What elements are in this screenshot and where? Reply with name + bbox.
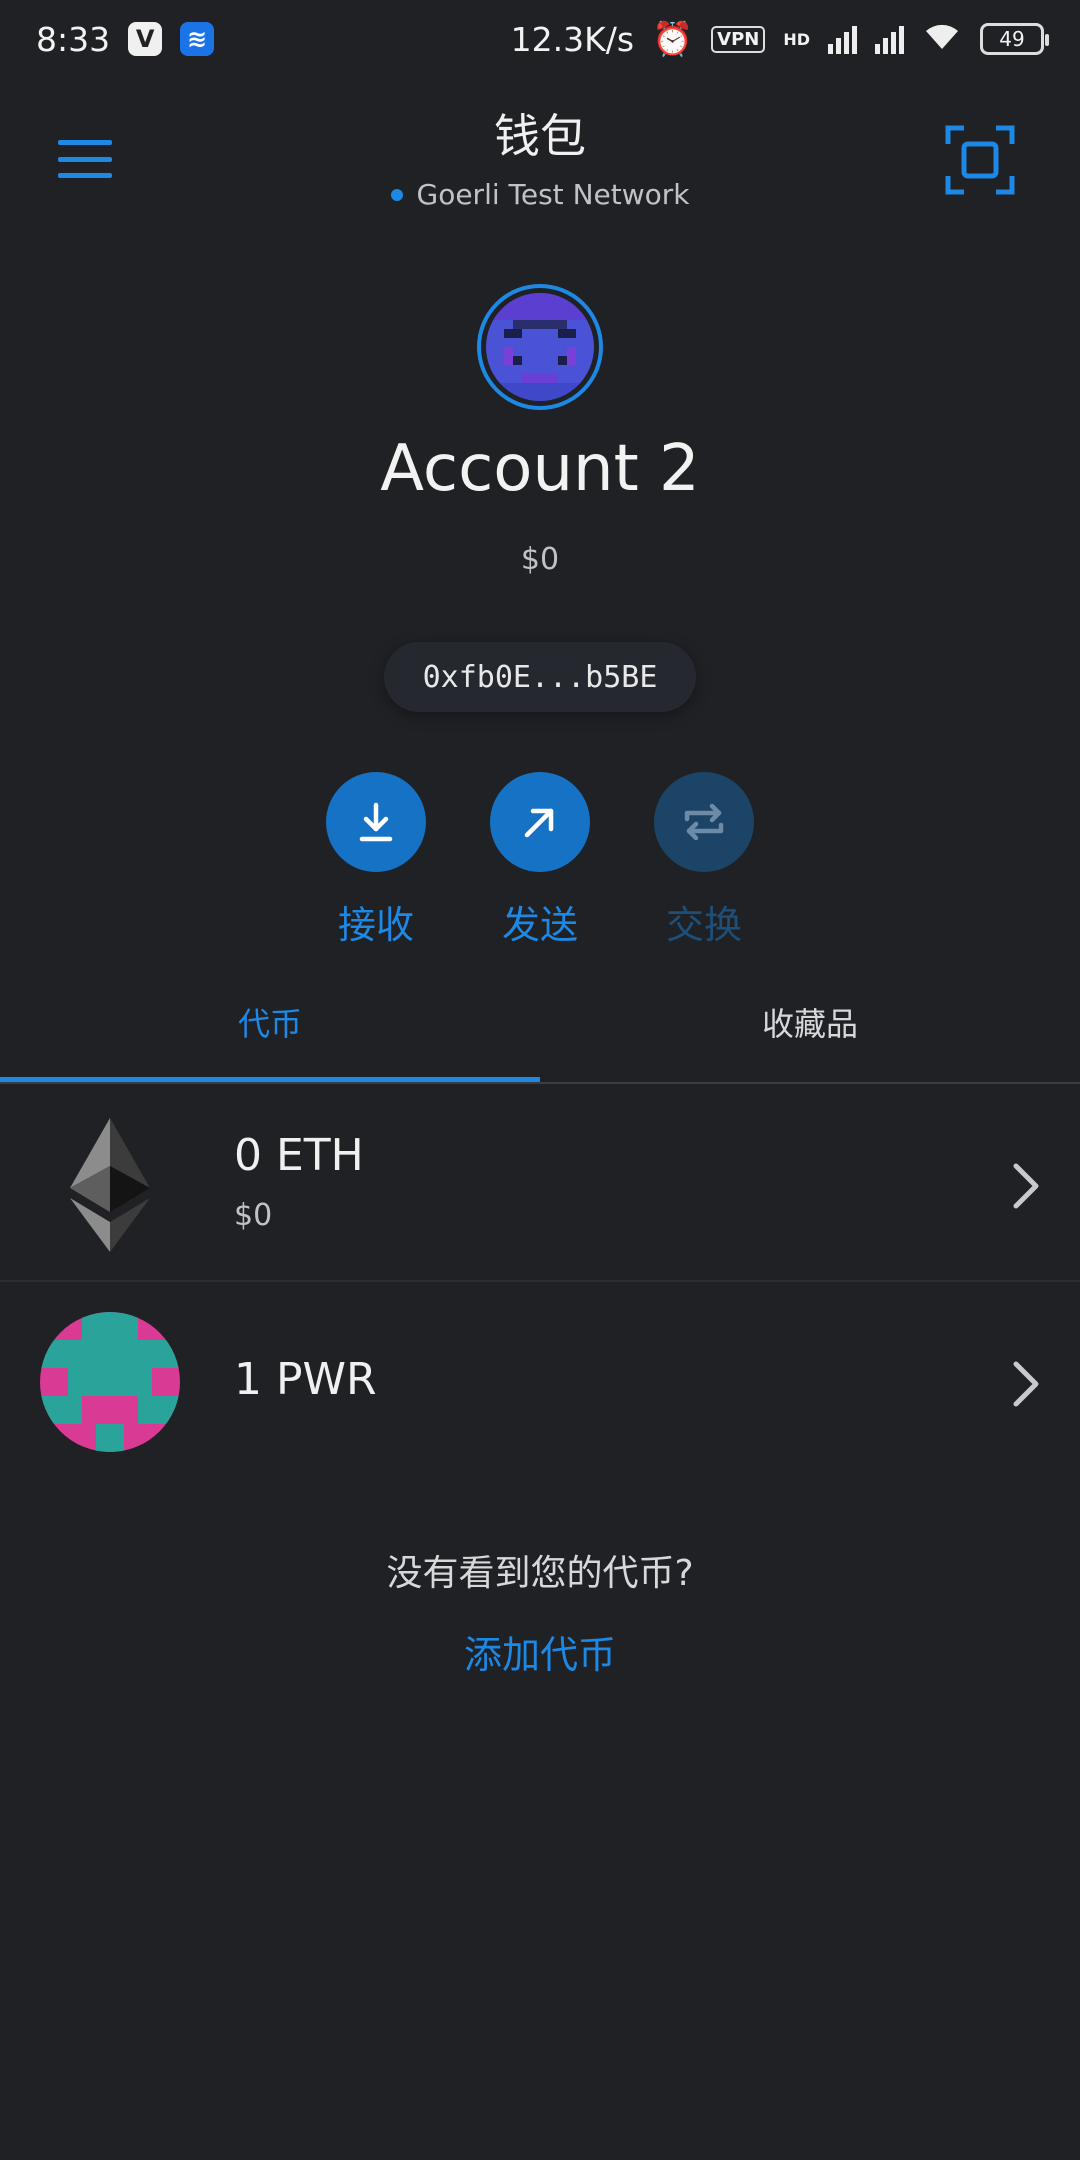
header-title-block: 钱包 Goerli Test Network [0, 100, 1080, 211]
send-arrow-icon [490, 772, 590, 872]
account-address-copy-button[interactable]: 0xfb0E...b5BE [384, 642, 696, 712]
account-address: 0xfb0E...b5BE [422, 659, 658, 695]
swap-label: 交换 [665, 903, 742, 947]
swap-icon [654, 772, 754, 872]
wifi-icon [922, 20, 962, 59]
asset-tabs: 代币 收藏品 [0, 960, 1080, 1084]
network-selector[interactable]: Goerli Test Network [0, 178, 1080, 211]
signal-icon-2 [875, 24, 904, 54]
chevron-right-icon [1006, 1358, 1046, 1410]
account-avatar[interactable] [477, 284, 603, 410]
swap-button[interactable]: 交换 [634, 772, 774, 949]
pwr-token-icon [40, 1312, 180, 1452]
account-name[interactable]: Account 2 [0, 432, 1080, 506]
send-label: 发送 [501, 903, 578, 947]
ethereum-icon [40, 1114, 180, 1254]
app-notification-icon: V [128, 22, 163, 56]
status-bar: 8:33 V ≋ 12.3K/s ⏰ VPN HD 49 [0, 0, 1080, 78]
network-name: Goerli Test Network [416, 178, 690, 211]
network-status-dot-icon [390, 188, 403, 201]
token-amount: 1 PWR [234, 1354, 377, 1405]
send-button[interactable]: 发送 [470, 772, 610, 949]
chevron-right-icon [1006, 1160, 1046, 1212]
token-row-pwr[interactable]: 1 PWR [0, 1282, 1080, 1478]
tab-tokens[interactable]: 代币 [0, 960, 540, 1084]
token-row-eth[interactable]: 0 ETH $0 [0, 1084, 1080, 1280]
token-fiat-value: $0 [234, 1198, 273, 1233]
token-amount: 0 ETH [234, 1130, 364, 1181]
add-token-link[interactable]: 添加代币 [0, 1624, 1080, 1679]
download-icon [326, 772, 426, 872]
vpn-badge: VPN [711, 25, 766, 53]
app-header: 钱包 Goerli Test Network [0, 90, 1080, 220]
missing-token-prompt: 没有看到您的代币? [386, 1553, 694, 1594]
signal-icon [828, 24, 857, 54]
battery-icon: 49 [980, 23, 1049, 55]
alarm-icon: ⏰ [652, 19, 694, 58]
receive-label: 接收 [337, 903, 414, 947]
app-notification-icon-2: ≋ [180, 22, 215, 56]
receive-button[interactable]: 接收 [306, 772, 446, 949]
network-speed: 12.3K/s [510, 19, 635, 59]
tab-collectibles[interactable]: 收藏品 [540, 960, 1080, 1084]
qr-scan-icon[interactable] [944, 124, 1016, 196]
account-balance: $0 [520, 542, 560, 577]
page-title: 钱包 [494, 109, 586, 163]
status-time: 8:33 [36, 19, 111, 59]
hd-badge: HD [783, 29, 810, 49]
